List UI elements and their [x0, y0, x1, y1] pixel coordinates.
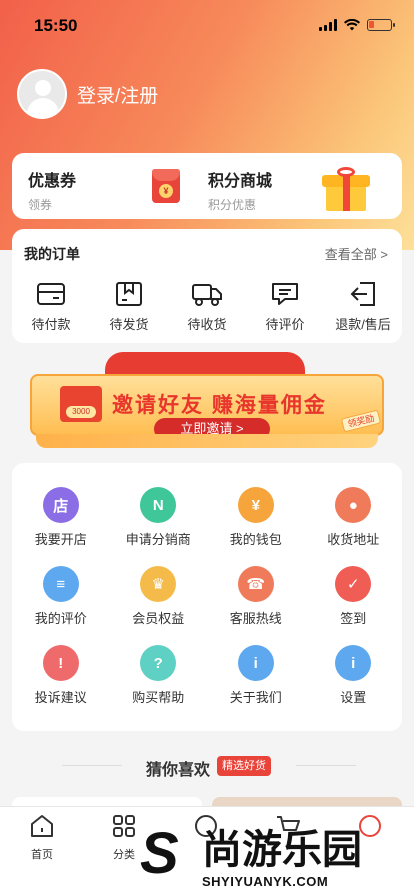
- order-status-row: 待付款 待发货 待收货 待评价 退款/售后: [12, 281, 402, 333]
- service-label: 会员权益: [132, 611, 185, 626]
- divider: [62, 765, 122, 766]
- status-icons: [319, 19, 395, 31]
- login-register-link[interactable]: 登录/注册: [77, 81, 158, 108]
- points-mall-subtitle: 积分优惠: [208, 198, 257, 212]
- order-refund-aftersale[interactable]: 退款/售后: [324, 281, 402, 333]
- service-label: 申请分销商: [125, 532, 191, 547]
- order-label: 待发货: [109, 317, 149, 332]
- headset-icon: ☎: [237, 566, 274, 602]
- coupon-title: 优惠券: [28, 173, 77, 190]
- coupon-subtitle: 领券: [28, 198, 53, 212]
- shop-icon: 店: [42, 487, 79, 523]
- wallet-icon: [37, 283, 65, 305]
- orders-title: 我的订单: [24, 246, 80, 262]
- service-open-shop[interactable]: 店我要开店: [12, 487, 110, 548]
- divider: [296, 765, 356, 766]
- service-label: 收货地址: [327, 532, 380, 547]
- service-label: 我要开店: [34, 532, 87, 547]
- order-label: 待付款: [31, 317, 71, 332]
- services-card: 店我要开店 N 申请分销商 ¥ 我的钱包 ● 收货地址 ≡ 我的评价 ♛ 会员权益 ☎ 客服…: [12, 463, 402, 731]
- gift-amount: 3000: [66, 406, 96, 418]
- distributor-icon: N: [140, 487, 177, 523]
- orders-card: 我的订单 查看全部 > 待付款 待发货 待收货 待评价 退款/售后: [12, 229, 402, 343]
- service-label: 购买帮助: [132, 690, 185, 705]
- truck-icon: [192, 284, 222, 306]
- banner-base: [36, 434, 378, 448]
- site-watermark: S 尚游乐园 SHYIYUANYK.COM: [140, 821, 414, 896]
- watermark-brand: 尚游乐园: [202, 828, 362, 872]
- info-icon: i: [237, 645, 274, 681]
- view-all-orders-link[interactable]: 查看全部 >: [325, 244, 388, 263]
- service-my-reviews[interactable]: ≡ 我的评价: [12, 566, 110, 627]
- order-label: 待收货: [187, 317, 227, 332]
- service-label: 设置: [340, 690, 367, 705]
- points-mall-entry[interactable]: 积分商城 积分优惠: [208, 167, 272, 213]
- promo-card: 优惠券 领券 ¥ 积分商城 积分优惠: [12, 153, 402, 219]
- service-complaints[interactable]: ! 投诉建议: [12, 645, 110, 706]
- service-purchase-help[interactable]: ? 购买帮助: [110, 645, 208, 706]
- crown-icon: ♛: [140, 566, 177, 602]
- recommendations-header: 猜你喜欢 精选好货: [0, 752, 414, 780]
- return-icon: [350, 282, 375, 306]
- package-icon: [116, 282, 142, 306]
- service-label: 我的评价: [34, 611, 87, 626]
- battery-icon: [367, 19, 395, 31]
- order-pending-review[interactable]: 待评价: [246, 281, 324, 333]
- gift-box-icon[interactable]: [320, 167, 372, 211]
- home-icon: [31, 815, 53, 837]
- gift-box-icon: 3000: [60, 386, 102, 422]
- service-settings[interactable]: i 设置: [305, 645, 403, 706]
- service-label: 签到: [340, 611, 367, 626]
- profile-login[interactable]: 登录/注册: [17, 69, 158, 119]
- service-about-us[interactable]: i 关于我们: [207, 645, 305, 706]
- invite-friends-banner[interactable]: 3000 邀请好友 赚海量佣金 立即邀请 > 领奖励: [30, 352, 384, 452]
- order-pending-shipment[interactable]: 待发货: [90, 281, 168, 333]
- location-icon: ●: [335, 487, 372, 523]
- coupon-badge: ¥: [159, 184, 173, 198]
- service-label: 客服热线: [229, 611, 282, 626]
- banner-headline: 邀请好友 赚海量佣金: [112, 394, 327, 417]
- service-shipping-address[interactable]: ● 收货地址: [305, 487, 403, 548]
- status-bar: 15:50: [0, 0, 414, 48]
- order-label: 退款/售后: [335, 317, 391, 332]
- service-hotline[interactable]: ☎ 客服热线: [207, 566, 305, 627]
- settings-icon: i: [335, 645, 372, 681]
- warning-icon: !: [42, 645, 79, 681]
- comment-icon: [272, 283, 298, 305]
- services-grid: 店我要开店 N 申请分销商 ¥ 我的钱包 ● 收货地址 ≡ 我的评价 ♛ 会员权益 ☎ 客服…: [12, 487, 402, 706]
- featured-goods-tag: 精选好货: [217, 756, 271, 776]
- watermark-url: SHYIYUANYK.COM: [202, 874, 329, 889]
- coupon-entry[interactable]: 优惠券 领券: [28, 167, 76, 213]
- wifi-icon: [344, 19, 360, 31]
- order-label: 待评价: [265, 317, 305, 332]
- help-icon: ?: [140, 645, 177, 681]
- category-icon: [113, 815, 135, 837]
- wallet-coin-icon: ¥: [237, 487, 274, 523]
- document-icon: ≡: [42, 566, 79, 602]
- order-pending-receipt[interactable]: 待收货: [168, 281, 246, 333]
- service-label: 我的钱包: [229, 532, 282, 547]
- service-check-in[interactable]: ✓ 签到: [305, 566, 403, 627]
- avatar[interactable]: [17, 69, 67, 119]
- signal-icon: [319, 19, 337, 31]
- service-label: 关于我们: [229, 690, 282, 705]
- service-apply-distributor[interactable]: N 申请分销商: [110, 487, 208, 548]
- tab-home-label: 首页: [31, 849, 53, 861]
- status-time: 15:50: [34, 16, 78, 35]
- service-member-benefits[interactable]: ♛ 会员权益: [110, 566, 208, 627]
- service-my-wallet[interactable]: ¥ 我的钱包: [207, 487, 305, 548]
- order-pending-payment[interactable]: 待付款: [12, 281, 90, 333]
- service-label: 投诉建议: [34, 690, 87, 705]
- tab-home[interactable]: 首页: [12, 813, 72, 862]
- red-envelope-icon[interactable]: ¥: [152, 169, 180, 203]
- recommendations-title: 猜你喜欢: [146, 762, 211, 779]
- checkin-icon: ✓: [335, 566, 372, 602]
- watermark-logo: S: [140, 821, 179, 886]
- points-mall-title: 积分商城: [208, 173, 273, 190]
